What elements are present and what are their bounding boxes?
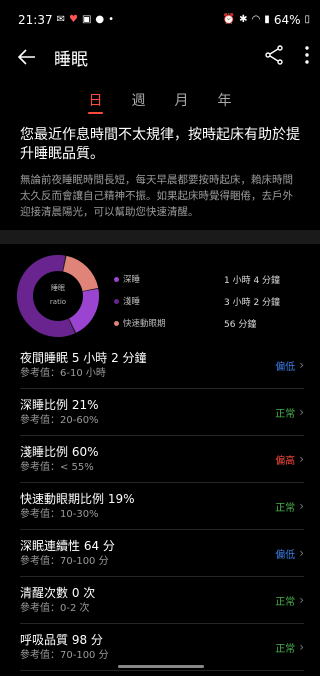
metric-status: 正常 xyxy=(275,502,296,514)
legend-label-light: 淺睡 xyxy=(123,297,141,307)
metric-status: 正常 xyxy=(275,408,296,420)
metric-rem-ratio[interactable]: 快速動眼期比例 19% 參考值：10-30% 正常 › xyxy=(20,483,304,530)
metric-reference: 參考值：10-30% xyxy=(20,508,99,520)
legend-values: 1 小時 4 分鐘 3 小時 2 分鐘 56 分鐘 xyxy=(224,268,280,338)
tab-year[interactable]: 年 xyxy=(203,88,246,128)
metric-label: 深睡比例 21% xyxy=(20,397,99,412)
app-bar: 睡眠 xyxy=(0,40,320,74)
status-time: 21:37 xyxy=(18,13,53,27)
back-arrow-icon xyxy=(17,49,35,65)
back-button[interactable] xyxy=(16,46,38,68)
value-rem: 56 分鐘 xyxy=(224,319,257,330)
metric-label: 呼吸品質 98 分 xyxy=(20,632,103,647)
battery-icon: ▯ xyxy=(304,14,310,25)
status-bar: 21:37 ✉ ♥ ▣ ● • ⏰ ✱ ◠ ▮ 64% ▯ xyxy=(0,0,320,40)
legend-label-rem: 快速動眼期 xyxy=(123,319,166,329)
tab-month[interactable]: 月 xyxy=(160,88,203,128)
donut-center-sublabel: ratio xyxy=(49,298,67,306)
chat-icon: ● xyxy=(95,14,105,25)
metric-label: 夜間睡眠 5 小時 2 分鐘 xyxy=(20,350,147,365)
metric-status: 偏低 xyxy=(275,361,296,373)
battery-level: 64% xyxy=(273,13,301,27)
metric-deep-continuity[interactable]: 深眠連續性 64 分 參考值：70-100 分 偏低 › xyxy=(20,530,304,577)
more-dot-icon: • xyxy=(108,14,115,25)
legend-dot-deep xyxy=(114,276,119,282)
metric-label: 淺睡比例 60% xyxy=(20,444,99,459)
value-deep: 1 小時 4 分鐘 xyxy=(224,275,281,286)
metric-label: 清醒次數 0 次 xyxy=(20,585,96,600)
page-title: 睡眠 xyxy=(54,49,88,70)
metric-status: 正常 xyxy=(275,643,296,655)
metric-light-ratio[interactable]: 淺睡比例 60% 參考值：< 55% 偏高 › xyxy=(20,436,304,483)
bluetooth-icon: ✱ xyxy=(239,14,248,25)
tab-week[interactable]: 週 xyxy=(117,88,160,128)
legend-dot-light xyxy=(114,298,119,304)
wifi-icon: ◠ xyxy=(251,14,261,25)
section-divider xyxy=(0,230,320,244)
metric-reference: 參考值：6-10 小時 xyxy=(20,367,106,379)
metric-breathing-quality[interactable]: 呼吸品質 98 分 參考值：70-100 分 正常 › xyxy=(20,624,304,671)
metric-night-sleep[interactable]: 夜間睡眠 5 小時 2 分鐘 參考值：6-10 小時 偏低 › xyxy=(20,342,304,389)
metrics-list: 夜間睡眠 5 小時 2 分鐘 參考值：6-10 小時 偏低 › 深睡比例 21% … xyxy=(0,342,320,671)
metric-reference: 參考值：0-2 次 xyxy=(20,602,90,614)
tab-day[interactable]: 日 xyxy=(74,88,117,128)
legend-label-deep: 深睡 xyxy=(123,275,141,285)
more-options-button[interactable] xyxy=(304,45,310,69)
donut-center: 睡眠 ratio xyxy=(16,281,100,309)
share-icon xyxy=(265,45,283,65)
chevron-right-icon: › xyxy=(299,358,304,372)
chevron-right-icon: › xyxy=(299,499,304,513)
period-tabs: 日 週 月 年 xyxy=(0,88,320,128)
notification-icon: ✉ xyxy=(56,14,65,25)
alarm-icon: ⏰ xyxy=(222,14,236,25)
metric-status: 偏高 xyxy=(275,455,296,467)
chevron-right-icon: › xyxy=(299,593,304,607)
legend-light: 淺睡 xyxy=(114,290,204,312)
sleep-summary: 睡眠 ratio 深睡 淺睡 快速動眼期 1 小時 4 分鐘 3 小時 2 分鐘… xyxy=(0,244,320,338)
metric-reference: 參考值：70-100 分 xyxy=(20,649,109,661)
metric-reference: 參考值：20-60% xyxy=(20,414,99,426)
metric-awake-count[interactable]: 清醒次數 0 次 參考值：0-2 次 正常 › xyxy=(20,577,304,624)
legend-rem: 快速動眼期 xyxy=(114,312,204,334)
legend-dot-rem xyxy=(114,320,119,326)
metric-status: 偏低 xyxy=(275,549,296,561)
metric-reference: 參考值：< 55% xyxy=(20,461,94,473)
heart-icon: ♥ xyxy=(68,14,78,25)
app-icon: ▣ xyxy=(81,14,92,25)
donut-center-label: 睡眠 xyxy=(51,284,65,292)
chevron-right-icon: › xyxy=(299,546,304,560)
value-light: 3 小時 2 分鐘 xyxy=(224,297,281,308)
chevron-right-icon: › xyxy=(299,452,304,466)
signal-icon: ▮ xyxy=(264,14,270,25)
metric-label: 快速動眼期比例 19% xyxy=(20,491,135,506)
legend-deep: 深睡 xyxy=(114,268,204,290)
more-vert-icon xyxy=(305,46,309,64)
metric-label: 深眠連續性 64 分 xyxy=(20,538,115,553)
tip-title: 您最近作息時間不太規律，按時起床有助於提升睡眠品質。 xyxy=(20,127,300,162)
metric-deep-ratio[interactable]: 深睡比例 21% 參考值：20-60% 正常 › xyxy=(20,389,304,436)
chevron-right-icon: › xyxy=(299,640,304,654)
sleep-donut-chart: 睡眠 ratio xyxy=(16,254,100,338)
home-indicator[interactable] xyxy=(118,665,204,668)
tip-body: 無論前夜睡眠時間長短，每天早晨都要按時起床，賴床時間太久反而會讓自己精神不振。如… xyxy=(20,174,293,218)
metric-status: 正常 xyxy=(275,596,296,608)
chevron-right-icon: › xyxy=(299,405,304,419)
metric-reference: 參考值：70-100 分 xyxy=(20,555,109,567)
donut-legend: 深睡 淺睡 快速動眼期 xyxy=(114,268,204,338)
share-button[interactable] xyxy=(264,45,284,69)
